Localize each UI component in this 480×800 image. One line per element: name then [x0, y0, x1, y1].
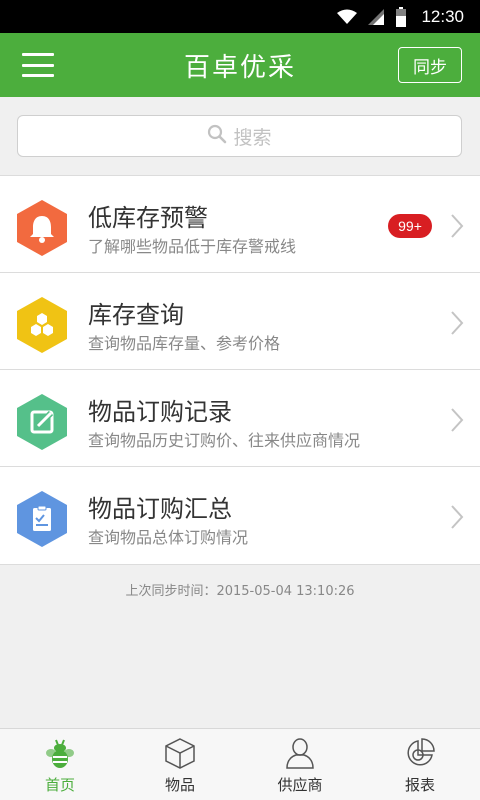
sync-button[interactable]: 同步 — [398, 47, 462, 83]
edit-icon — [16, 393, 68, 451]
chart-icon — [404, 737, 436, 769]
hexagons-icon — [16, 296, 68, 354]
item-subtitle: 查询物品库存量、参考价格 — [88, 334, 281, 353]
clipboard-icon — [16, 490, 68, 548]
tab-reports[interactable]: 报表 — [360, 729, 480, 800]
tab-items[interactable]: 物品 — [120, 729, 240, 800]
battery-icon — [395, 6, 407, 27]
search-bar: 搜索 — [0, 97, 480, 175]
tab-label: 报表 — [404, 776, 435, 794]
list-item-stock-query[interactable]: 库存查询 查询物品库存量、参考价格 — [0, 273, 480, 370]
chevron-right-icon — [451, 408, 464, 432]
item-subtitle: 查询物品历史订购价、往来供应商情况 — [88, 431, 361, 450]
item-title: 低库存预警 — [88, 204, 208, 232]
app-header: 百卓优采 同步 — [0, 33, 480, 97]
search-input[interactable]: 搜索 — [17, 115, 462, 157]
tab-home[interactable]: 首页 — [0, 729, 120, 800]
feature-list: 低库存预警 了解哪些物品低于库存警戒线 99+ 库存查询 查询物品库存量、参考价… — [0, 175, 480, 565]
last-sync-time: 上次同步时间：2015-05-04 13:10:26 — [125, 584, 355, 599]
tab-suppliers[interactable]: 供应商 — [240, 729, 360, 800]
item-subtitle: 了解哪些物品低于库存警戒线 — [88, 237, 297, 256]
tab-label: 物品 — [164, 776, 195, 794]
person-icon — [284, 737, 316, 769]
signal-icon — [367, 8, 385, 26]
search-icon — [207, 124, 227, 149]
chevron-right-icon — [451, 214, 464, 238]
search-placeholder: 搜索 — [233, 126, 272, 149]
list-item-order-records[interactable]: 物品订购记录 查询物品历史订购价、往来供应商情况 — [0, 370, 480, 467]
status-time: 12:30 — [421, 6, 464, 26]
box-icon — [164, 737, 196, 769]
wifi-icon — [337, 9, 358, 25]
bottom-nav: 首页 物品 供应商 报表 — [0, 728, 480, 800]
chevron-right-icon — [451, 311, 464, 335]
page-title: 百卓优采 — [183, 52, 296, 83]
count-badge: 99+ — [388, 214, 432, 238]
tab-label: 首页 — [44, 776, 75, 794]
item-title: 物品订购汇总 — [88, 495, 232, 523]
chevron-right-icon — [451, 505, 464, 529]
bee-home-icon — [44, 737, 76, 769]
list-item-order-summary[interactable]: 物品订购汇总 查询物品总体订购情况 — [0, 467, 480, 564]
item-title: 库存查询 — [88, 301, 184, 329]
bell-icon — [16, 199, 68, 257]
hamburger-menu-icon[interactable] — [22, 53, 54, 77]
status-bar: 12:30 — [0, 0, 480, 33]
list-item-low-stock-alert[interactable]: 低库存预警 了解哪些物品低于库存警戒线 99+ — [0, 176, 480, 273]
tab-label: 供应商 — [277, 776, 323, 794]
item-subtitle: 查询物品总体订购情况 — [88, 528, 249, 547]
item-title: 物品订购记录 — [88, 398, 232, 426]
